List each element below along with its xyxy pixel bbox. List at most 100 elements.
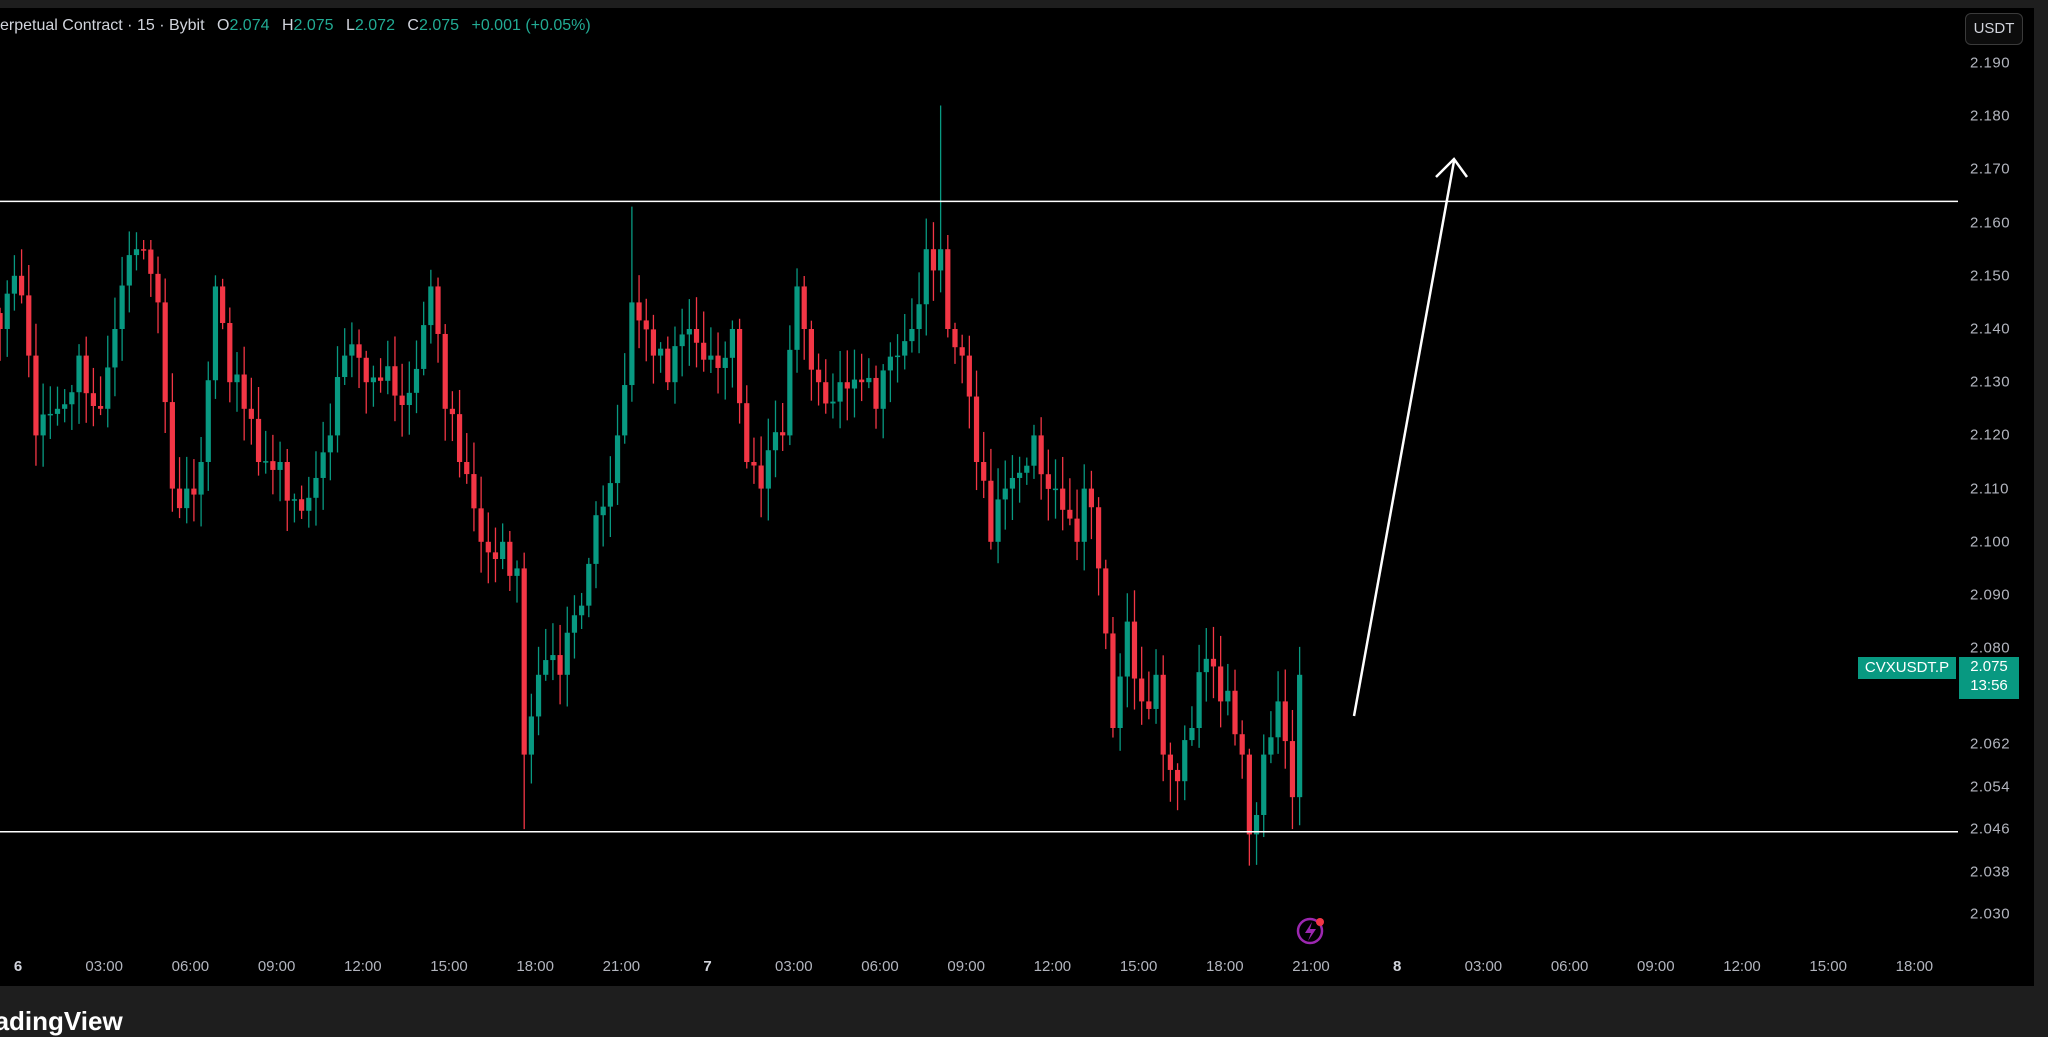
candle-down [270, 461, 276, 470]
candle-up [1189, 728, 1195, 741]
candle-up [564, 632, 570, 675]
time-tick: 8 [1393, 958, 1402, 975]
candle-up [794, 286, 800, 350]
candle-up [772, 432, 779, 451]
high-label: H [281, 17, 294, 34]
candle-up [1182, 740, 1188, 782]
candle-up [4, 293, 10, 329]
candle-up [923, 249, 929, 305]
candle-up [1268, 737, 1274, 755]
candle-up [837, 382, 843, 402]
candle-up [902, 341, 908, 356]
candle-up [765, 450, 771, 489]
time-tick: 06:00 [861, 958, 899, 975]
price-tick: 2.180 [1970, 107, 2011, 125]
candle-up [571, 615, 578, 633]
time-tick: 09:00 [947, 958, 985, 975]
candle-up [1124, 621, 1130, 677]
candle-down [227, 323, 233, 383]
candle-up [1117, 676, 1123, 728]
lightning-icon[interactable] [1296, 917, 1324, 945]
candle-up [54, 408, 61, 414]
candle-up [500, 541, 506, 560]
candle-down [492, 552, 499, 560]
projection-arrow[interactable] [1352, 157, 1469, 717]
candle-down [1210, 658, 1217, 667]
candle-down [485, 541, 491, 553]
candle-up [995, 499, 1001, 542]
candle-up [327, 435, 333, 453]
candle-up [614, 435, 621, 484]
time-tick: 06:00 [171, 958, 210, 975]
time-tick: 03:00 [1464, 958, 1503, 975]
close-label: C [407, 17, 419, 34]
candle-down [1239, 734, 1245, 755]
candle-up [349, 344, 355, 356]
price-tick: 2.160 [1970, 214, 2011, 232]
candle-down [255, 418, 262, 462]
candle-up [40, 414, 46, 436]
candle-down [83, 355, 89, 394]
candle-up [385, 366, 391, 381]
candle-down [363, 357, 369, 383]
candle-down [844, 382, 850, 389]
ohlc-legend: erpetual Contract · 15 · Bybit O2.074 H2… [0, 17, 591, 35]
candle-down [0, 313, 3, 329]
candle-up [1081, 488, 1087, 542]
candle-up [550, 655, 556, 661]
candle-up [866, 377, 872, 383]
price-tick: 2.062 [1970, 735, 2011, 753]
candle-up [406, 392, 412, 406]
candle-down [1060, 488, 1066, 510]
candle-down [1074, 518, 1080, 542]
time-tick: 12:00 [344, 958, 382, 975]
candle-down [464, 462, 470, 475]
candle-up [543, 660, 549, 675]
candle-up [1203, 658, 1209, 673]
candle-up [126, 255, 132, 286]
chart-canvas[interactable] [0, 0, 2048, 1036]
candle-up [1052, 488, 1059, 491]
candle-down [191, 488, 197, 495]
candle-down [873, 377, 879, 409]
last-price-box: 2.075 13:56 [1959, 657, 2019, 699]
time-tick: 7 [703, 958, 712, 975]
candle-down [1038, 435, 1044, 475]
candle-down [1289, 741, 1296, 798]
candle-down [18, 275, 25, 296]
candle-down [90, 393, 96, 407]
candle-down [1088, 488, 1095, 508]
candle-up [205, 380, 211, 462]
candle-down [478, 508, 484, 542]
candle-up [909, 329, 915, 342]
candle-down [162, 302, 168, 403]
candle-up [119, 285, 125, 329]
candle-up [535, 674, 542, 717]
currency-button[interactable]: USDT [1965, 13, 2023, 45]
candle-down [643, 320, 649, 330]
candle-up [938, 249, 944, 271]
candles [0, 105, 1303, 866]
candle-up [112, 329, 118, 368]
candle-up [1031, 435, 1037, 466]
open-label: O [217, 17, 230, 34]
candle-up [342, 355, 348, 378]
candle-down [377, 377, 384, 381]
candle-down [780, 432, 786, 436]
price-tick: 2.080 [1970, 639, 2011, 657]
time-tick: 09:00 [1637, 958, 1675, 975]
candle-down [435, 286, 441, 334]
candle-down [471, 474, 477, 509]
price-tick: 2.110 [1970, 480, 2009, 498]
last-price: 2.075 [1970, 658, 2008, 675]
candle-down [1067, 509, 1073, 519]
candle-down [399, 395, 405, 406]
candle-up [1196, 672, 1202, 728]
candle-up [830, 401, 836, 404]
candle-down [521, 568, 527, 755]
candle-up [679, 334, 685, 347]
candle-up [47, 413, 53, 416]
candle-down [715, 355, 721, 368]
time-tick: 06:00 [1550, 958, 1589, 975]
candle-down [945, 249, 951, 329]
